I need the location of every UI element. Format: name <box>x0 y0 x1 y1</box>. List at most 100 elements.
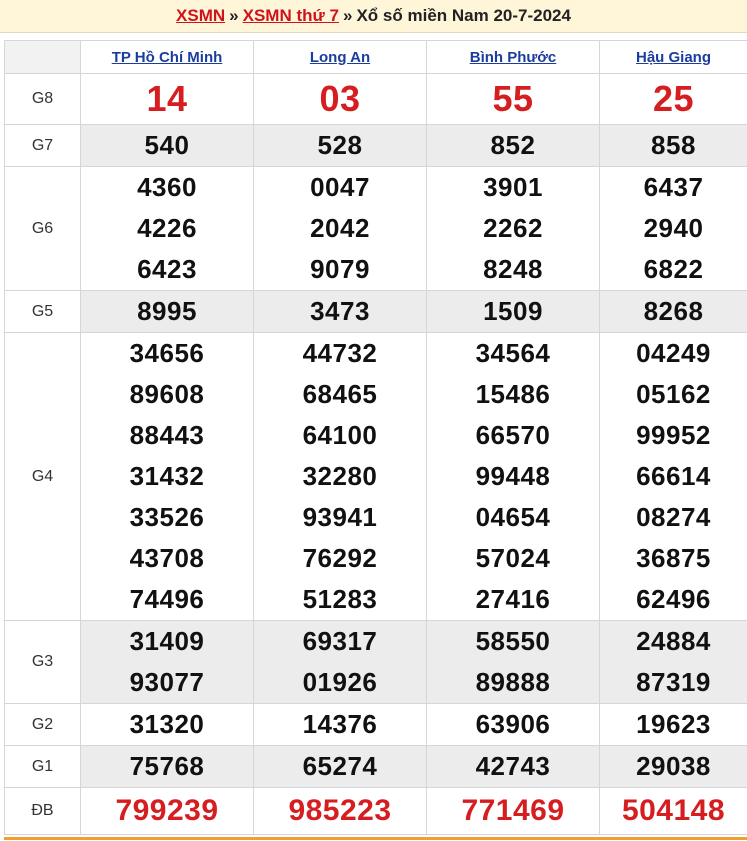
province-link-long-an[interactable]: Long An <box>310 49 370 66</box>
prize-number: 2940 <box>643 213 704 243</box>
prize-number: 15486 <box>475 379 551 409</box>
prize-number: 29038 <box>636 751 711 781</box>
breadcrumb-link-xsmn[interactable]: XSMN <box>176 6 225 26</box>
prize-row: ĐB 799239 985223 771469 504148 <box>4 787 747 835</box>
breadcrumb: XSMN » XSMN thứ 7 » Xổ số miền Nam 20-7-… <box>0 0 747 33</box>
breadcrumb-link-xsmn-thu-7[interactable]: XSMN thứ 7 <box>243 6 339 26</box>
prize-number: 528 <box>317 130 363 160</box>
prize-number: 6822 <box>643 254 704 284</box>
prize-number: 24884 <box>636 626 711 656</box>
prize-cell: 540 <box>80 124 254 167</box>
prize-number: 32280 <box>302 461 378 491</box>
prize-number: 504148 <box>621 794 726 827</box>
prize-number: 05162 <box>636 379 711 409</box>
prize-number: 03 <box>319 78 361 119</box>
province-link-binh-phuoc[interactable]: Bình Phước <box>470 49 557 66</box>
prize-cell: 14 <box>80 73 254 125</box>
prize-number: 66614 <box>636 461 711 491</box>
breadcrumb-current: Xổ số miền Nam 20-7-2024 <box>356 6 571 25</box>
prize-cell: 75768 <box>80 745 254 788</box>
province-header: Bình Phước <box>426 40 600 74</box>
prize-number: 89608 <box>129 379 205 409</box>
prize-label: G5 <box>4 290 81 333</box>
prize-cell: 504148 <box>599 787 747 835</box>
prize-number: 31320 <box>129 709 205 739</box>
prize-cell: 03 <box>253 73 427 125</box>
prize-cell: 8995 <box>80 290 254 333</box>
prize-number: 74496 <box>129 584 205 614</box>
breadcrumb-separator: » <box>343 6 353 25</box>
prize-cell: 69317 01926 <box>253 620 427 704</box>
prize-number: 58550 <box>475 626 551 656</box>
prize-number: 25 <box>652 78 695 119</box>
prize-number: 14 <box>146 78 188 119</box>
prize-number: 08274 <box>636 502 711 532</box>
lottery-results-page: XSMN » XSMN thứ 7 » Xổ số miền Nam 20-7-… <box>0 0 747 841</box>
prize-number: 65274 <box>302 751 378 781</box>
prize-number: 69317 <box>302 626 378 656</box>
prize-number: 93941 <box>302 502 378 532</box>
prize-number: 55 <box>492 78 534 119</box>
prize-number: 8248 <box>483 254 543 284</box>
prize-row: G8 14 03 55 25 <box>4 73 747 125</box>
prize-label: G2 <box>4 703 81 746</box>
prize-number: 8268 <box>643 296 704 326</box>
prize-cell: 528 <box>253 124 427 167</box>
prize-label: G6 <box>4 166 81 291</box>
prize-cell: 19623 <box>599 703 747 746</box>
prize-number: 63906 <box>475 709 551 739</box>
prize-cell: 58550 89888 <box>426 620 600 704</box>
prize-row: G3 31409 93077 69317 01926 58550 89888 24884 873… <box>4 620 747 704</box>
prize-number: 43708 <box>129 543 205 573</box>
prize-number: 93077 <box>129 667 205 697</box>
prize-number: 19623 <box>636 709 711 739</box>
prize-number: 88443 <box>129 420 205 450</box>
prize-number: 04654 <box>475 502 551 532</box>
results-table: TP Hồ Chí Minh Long An Bình Phước Hậu Gi… <box>4 40 747 835</box>
prize-cell: 65274 <box>253 745 427 788</box>
prize-number: 31432 <box>129 461 205 491</box>
prize-cell: 24884 87319 <box>599 620 747 704</box>
prize-cell: 3901 2262 8248 <box>426 166 600 291</box>
prize-number: 6437 <box>643 172 704 202</box>
prize-label: G4 <box>4 332 81 621</box>
prize-number: 985223 <box>288 794 392 827</box>
prize-cell: 34656 89608 88443 31432 33526 43708 74496 <box>80 332 254 621</box>
prize-cell: 42743 <box>426 745 600 788</box>
prize-cell: 44732 68465 64100 32280 93941 76292 51283 <box>253 332 427 621</box>
province-header: Hậu Giang <box>599 40 747 74</box>
prize-table-body: G8 14 03 55 25 G7 540 528 852 858 G6 4360 4226 6423 00… <box>4 73 747 835</box>
prize-number: 34564 <box>475 338 551 368</box>
prize-number: 540 <box>144 130 190 160</box>
prize-number: 75768 <box>129 751 205 781</box>
prize-number: 51283 <box>302 584 378 614</box>
prize-cell: 3473 <box>253 290 427 333</box>
prize-number: 1509 <box>483 296 543 326</box>
prize-number: 2042 <box>310 213 370 243</box>
prize-number: 3901 <box>483 172 543 202</box>
prize-number: 852 <box>490 130 536 160</box>
prize-number: 3473 <box>310 296 370 326</box>
prize-cell: 8268 <box>599 290 747 333</box>
prize-cell: 29038 <box>599 745 747 788</box>
prize-number: 34656 <box>129 338 205 368</box>
prize-number: 87319 <box>636 667 711 697</box>
prize-number: 36875 <box>636 543 711 573</box>
prize-cell: 25 <box>599 73 747 125</box>
prize-number: 14376 <box>302 709 378 739</box>
prize-number: 858 <box>651 130 696 160</box>
province-link-hau-giang[interactable]: Hậu Giang <box>636 49 711 66</box>
prize-number: 42743 <box>475 751 551 781</box>
prize-cell: 14376 <box>253 703 427 746</box>
prize-number: 31409 <box>129 626 205 656</box>
prize-number: 2262 <box>483 213 543 243</box>
prize-label: ĐB <box>4 787 81 835</box>
prize-cell: 771469 <box>426 787 600 835</box>
prize-number: 0047 <box>310 172 370 202</box>
prize-label: G8 <box>4 73 81 125</box>
bottom-divider <box>4 837 747 840</box>
province-link-tp-ho-chi-minh[interactable]: TP Hồ Chí Minh <box>112 49 223 66</box>
prize-row: G4 34656 89608 88443 31432 33526 43708 74496 447… <box>4 332 747 621</box>
prize-number: 8995 <box>137 296 197 326</box>
province-header: Long An <box>253 40 427 74</box>
